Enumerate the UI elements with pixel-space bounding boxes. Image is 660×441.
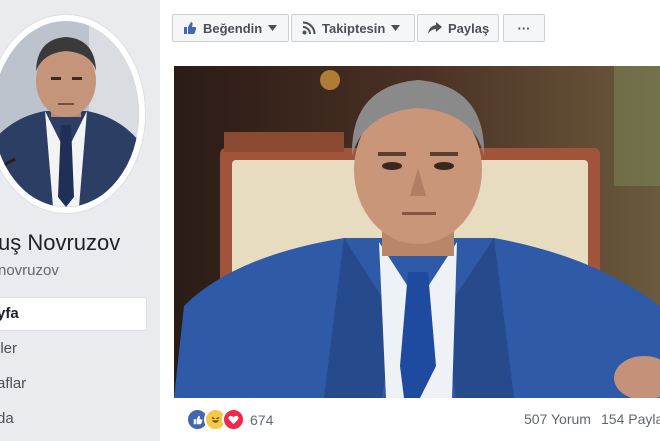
like-page-button[interactable]: Beğendin [172, 14, 289, 42]
sidebar-item-posts[interactable]: iler [0, 333, 146, 365]
follow-page-button[interactable]: Takiptesin [291, 14, 415, 42]
share-arrow-icon [428, 22, 442, 34]
avatar-photo [0, 21, 139, 207]
sidebar-item-label: iler [0, 340, 18, 357]
share-button[interactable]: Paylaş [417, 14, 499, 42]
sidebar-item-about[interactable]: da [0, 403, 146, 435]
reactions-summary[interactable]: 674 [186, 408, 273, 431]
more-options-button[interactable]: ··· [503, 14, 545, 42]
post-photo-image [174, 66, 660, 398]
like-button-label: Beğendin [203, 20, 263, 36]
sidebar-item-label: yfa [0, 305, 19, 322]
more-icon: ··· [517, 20, 531, 36]
thumbs-up-icon [183, 21, 197, 35]
sidebar-item-label: aflar [0, 375, 27, 392]
post-photo[interactable] [174, 66, 660, 398]
comments-count-link[interactable]: 507 Yorum [524, 411, 591, 427]
reaction-count: 674 [250, 411, 274, 428]
share-button-label: Paylaş [448, 20, 490, 36]
chevron-down-icon [391, 25, 401, 31]
main-content: Beğendin Takiptesin Paylaş ··· 674 507 Y… [160, 0, 660, 441]
sidebar-item-label: da [0, 410, 14, 427]
follow-button-label: Takiptesin [322, 20, 386, 36]
sidebar-item-photos[interactable]: aflar [0, 368, 146, 400]
left-sidebar: uş Novruzov novruzov yfa iler aflar da [0, 0, 160, 441]
sidebar-item-page[interactable]: yfa [0, 297, 147, 331]
page-name[interactable]: uş Novruzov [0, 230, 120, 256]
chevron-down-icon [268, 25, 278, 31]
rss-icon [302, 21, 316, 35]
shares-count-link[interactable]: 154 Paylaş [601, 411, 660, 427]
love-icon [222, 408, 245, 431]
page-username[interactable]: novruzov [0, 262, 59, 279]
avatar[interactable] [0, 21, 139, 207]
page-action-bar: Beğendin Takiptesin Paylaş ··· [172, 14, 547, 44]
profile-picture-frame[interactable] [0, 14, 146, 214]
